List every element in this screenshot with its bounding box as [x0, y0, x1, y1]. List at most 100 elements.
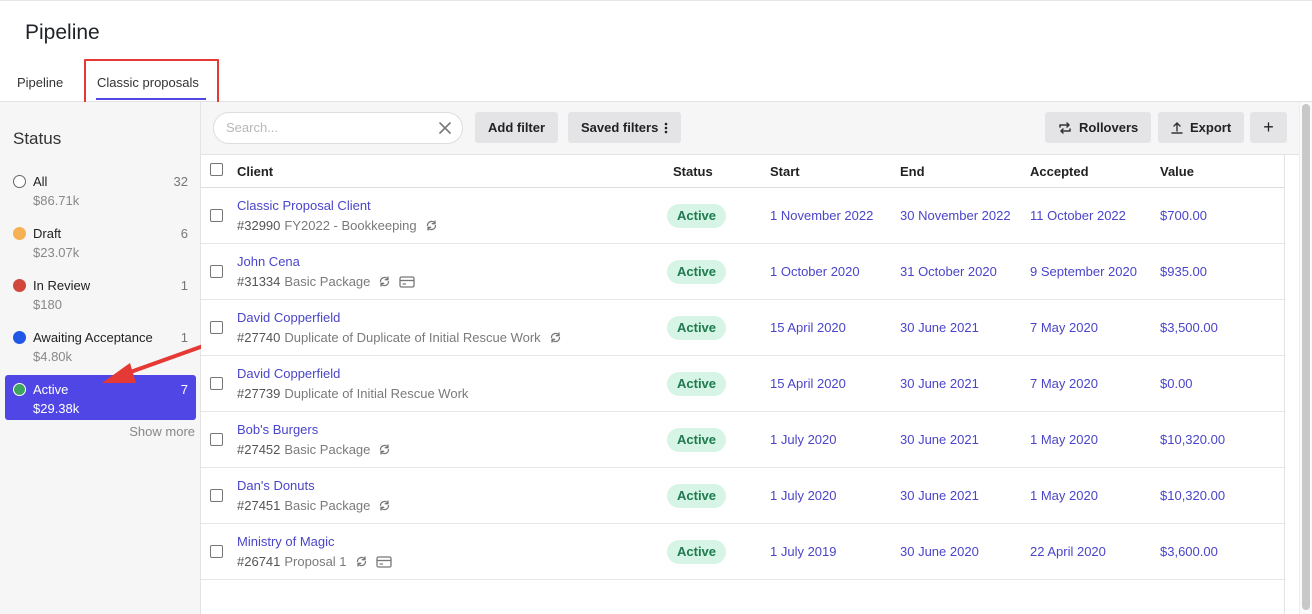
client-name-link[interactable]: David Copperfield: [237, 310, 340, 325]
table-row[interactable]: Classic Proposal Client #32990 FY2022 - …: [201, 188, 1284, 244]
start-date: 1 July 2020: [770, 432, 837, 447]
table-right-border: [1284, 155, 1285, 614]
accepted-date: 1 May 2020: [1030, 488, 1098, 503]
status-filter-draft[interactable]: Draft 6 $23.07k: [5, 219, 196, 269]
start-date: 1 July 2020: [770, 488, 837, 503]
status-label: Draft: [33, 226, 62, 241]
column-header-end[interactable]: End: [900, 164, 925, 179]
status-filter-all[interactable]: All 32 $86.71k: [5, 167, 196, 217]
proposal-package: Basic Package: [284, 274, 371, 289]
proposal-package: Duplicate of Initial Rescue Work: [284, 386, 469, 401]
saved-filters-button[interactable]: Saved filters: [568, 112, 682, 143]
client-name-link[interactable]: Ministry of Magic: [237, 534, 335, 549]
status-label: Active: [33, 382, 69, 397]
vertical-scrollbar[interactable]: [1299, 102, 1312, 614]
card-icon: [399, 275, 416, 288]
show-more-link[interactable]: Show more: [129, 424, 195, 439]
column-header-start[interactable]: Start: [770, 164, 800, 179]
accepted-date: 7 May 2020: [1030, 320, 1098, 335]
client-name-link[interactable]: Bob's Burgers: [237, 422, 318, 437]
status-dot-icon: [13, 227, 26, 240]
status-amount: $86.71k: [33, 193, 80, 208]
row-checkbox[interactable]: [210, 265, 223, 278]
search-input[interactable]: [226, 120, 426, 135]
status-badge: Active: [667, 316, 727, 340]
proposal-info: #27451 Basic Package: [237, 498, 391, 513]
rollover-icon: [1059, 121, 1071, 134]
client-name-link[interactable]: Dan's Donuts: [237, 478, 315, 493]
accepted-date: 11 October 2022: [1030, 208, 1126, 223]
export-label: Export: [1190, 120, 1232, 135]
row-checkbox[interactable]: [210, 321, 223, 334]
recurring-icon: [355, 555, 368, 568]
add-filter-label: Add filter: [488, 120, 546, 135]
table-row[interactable]: Ministry of Magic #26741 Proposal 1 Acti…: [201, 524, 1284, 580]
status-filter-in-review[interactable]: In Review 1 $180: [5, 271, 196, 321]
recurring-icon: [378, 275, 391, 288]
proposal-value: $3,500.00: [1160, 320, 1218, 335]
status-count: 1: [180, 278, 188, 293]
status-badge: Active: [667, 484, 727, 508]
start-date: 15 April 2020: [770, 320, 846, 335]
column-header-status[interactable]: Status: [673, 164, 713, 179]
column-header-value[interactable]: Value: [1160, 164, 1194, 179]
table-row[interactable]: Bob's Burgers #27452 Basic Package Activ…: [201, 412, 1284, 468]
row-checkbox[interactable]: [210, 377, 223, 390]
end-date: 30 June 2021: [900, 320, 979, 335]
column-header-client[interactable]: Client: [237, 164, 273, 179]
column-header-accepted[interactable]: Accepted: [1030, 164, 1089, 179]
table-row[interactable]: David Copperfield #27739 Duplicate of In…: [201, 356, 1284, 412]
export-button[interactable]: Export: [1158, 112, 1245, 143]
tab-pipeline[interactable]: Pipeline: [17, 75, 63, 90]
proposal-package: Proposal 1: [284, 554, 347, 569]
end-date: 30 June 2021: [900, 376, 979, 391]
select-all-checkbox[interactable]: [210, 163, 223, 176]
rollovers-button[interactable]: Rollovers: [1045, 112, 1152, 143]
client-name-link[interactable]: Classic Proposal Client: [237, 198, 371, 213]
status-dot-icon: [13, 331, 26, 344]
client-name-link[interactable]: David Copperfield: [237, 366, 340, 381]
upload-icon: [1171, 122, 1183, 134]
start-date: 1 November 2022: [770, 208, 874, 223]
add-button[interactable]: +: [1250, 112, 1287, 143]
clear-search-icon[interactable]: [438, 121, 452, 135]
saved-filters-label: Saved filters: [581, 120, 659, 135]
row-checkbox[interactable]: [210, 545, 223, 558]
table-row[interactable]: John Cena #31334 Basic Package Active 1 …: [201, 244, 1284, 300]
row-checkbox[interactable]: [210, 489, 223, 502]
proposal-package: Basic Package: [284, 498, 371, 513]
start-date: 15 April 2020: [770, 376, 846, 391]
recurring-icon: [378, 443, 391, 456]
status-dot-icon: [13, 279, 26, 292]
status-badge: Active: [667, 260, 727, 284]
status-amount: $23.07k: [33, 245, 80, 260]
page-header: Pipeline Pipeline Classic proposals: [0, 0, 1312, 109]
start-date: 1 October 2020: [770, 264, 860, 279]
table-header: Client Status Start End Accepted Value: [201, 155, 1284, 188]
add-filter-button[interactable]: Add filter: [475, 112, 559, 143]
client-name-link[interactable]: John Cena: [237, 254, 300, 269]
end-date: 30 June 2021: [900, 488, 979, 503]
proposal-package: Basic Package: [284, 442, 371, 457]
status-count: 6: [180, 226, 188, 241]
proposal-number: #27452: [237, 442, 281, 457]
row-checkbox[interactable]: [210, 433, 223, 446]
page-title: Pipeline: [25, 21, 100, 44]
row-checkbox[interactable]: [210, 209, 223, 222]
table-row[interactable]: Dan's Donuts #27451 Basic Package Active…: [201, 468, 1284, 524]
proposal-info: #27739 Duplicate of Initial Rescue Work: [237, 386, 468, 401]
accepted-date: 9 September 2020: [1030, 264, 1137, 279]
proposal-package: FY2022 - Bookkeeping: [284, 218, 417, 233]
status-amount: $4.80k: [33, 349, 73, 364]
table-row[interactable]: David Copperfield #27740 Duplicate of Du…: [201, 300, 1284, 356]
card-icon: [375, 555, 392, 568]
proposal-package: Duplicate of Duplicate of Initial Rescue…: [284, 330, 541, 345]
rollovers-label: Rollovers: [1079, 120, 1139, 135]
scrollbar-thumb[interactable]: [1302, 104, 1310, 610]
proposal-value: $935.00: [1160, 264, 1207, 279]
end-date: 31 October 2020: [900, 264, 997, 279]
status-amount: $180: [33, 297, 62, 312]
recurring-icon: [549, 331, 562, 344]
proposal-value: $700.00: [1160, 208, 1207, 223]
accepted-date: 22 April 2020: [1030, 544, 1106, 559]
